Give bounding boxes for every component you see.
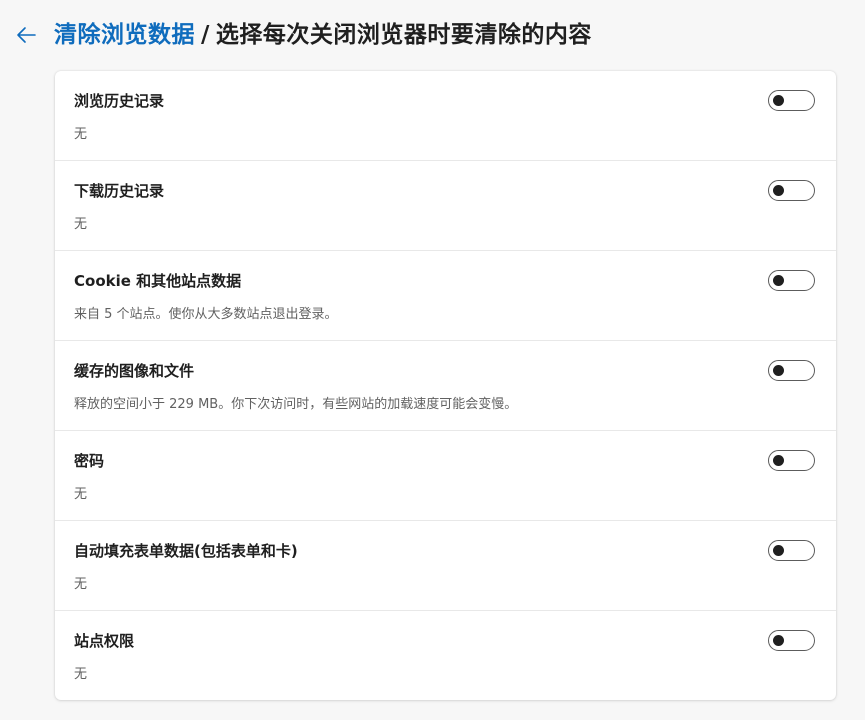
passwords-toggle[interactable]	[768, 450, 815, 471]
cached-images-files-toggle[interactable]	[768, 360, 815, 381]
toggle-knob	[773, 275, 784, 286]
setting-label: 密码	[74, 452, 105, 470]
toggle-knob	[773, 545, 784, 556]
browsing-history-toggle[interactable]	[768, 90, 815, 111]
setting-description: 无	[74, 667, 88, 682]
setting-label: 浏览历史记录	[74, 92, 165, 110]
setting-description: 无	[74, 127, 88, 142]
setting-row-site-permissions: 站点权限 无	[55, 611, 836, 700]
setting-description: 来自 5 个站点。使你从大多数站点退出登录。	[74, 307, 338, 322]
site-permissions-toggle[interactable]	[768, 630, 815, 651]
toggle-knob	[773, 185, 784, 196]
page-title: 清除浏览数据 / 选择每次关闭浏览器时要清除的内容	[54, 18, 592, 52]
setting-label: 下载历史记录	[74, 182, 165, 200]
setting-label: Cookie 和其他站点数据	[74, 272, 242, 290]
back-button[interactable]	[12, 21, 40, 49]
breadcrumb-clear-browsing-data-link[interactable]: 清除浏览数据	[54, 22, 195, 48]
setting-row-cookies: Cookie 和其他站点数据 来自 5 个站点。使你从大多数站点退出登录。	[55, 251, 836, 341]
setting-description: 无	[74, 217, 88, 232]
setting-description: 释放的空间小于 229 MB。你下次访问时，有些网站的加载速度可能会变慢。	[74, 397, 518, 412]
settings-card: 浏览历史记录 无 下载历史记录 无 Cookie 和其他站点数据 来自 5 个站…	[55, 71, 836, 700]
toggle-knob	[773, 365, 784, 376]
setting-row-passwords: 密码 无	[55, 431, 836, 521]
download-history-toggle[interactable]	[768, 180, 815, 201]
setting-label: 站点权限	[74, 632, 135, 650]
autofill-toggle[interactable]	[768, 540, 815, 561]
setting-description: 无	[74, 577, 88, 592]
setting-row-download-history: 下载历史记录 无	[55, 161, 836, 251]
breadcrumb-current-page: 选择每次关闭浏览器时要清除的内容	[215, 22, 592, 48]
toggle-knob	[773, 95, 784, 106]
toggle-knob	[773, 455, 784, 466]
setting-description: 无	[74, 487, 88, 502]
setting-label: 缓存的图像和文件	[74, 362, 195, 380]
toggle-knob	[773, 635, 784, 646]
setting-row-autofill: 自动填充表单数据(包括表单和卡) 无	[55, 521, 836, 611]
back-arrow-icon	[17, 27, 36, 43]
cookies-toggle[interactable]	[768, 270, 815, 291]
setting-row-cached-images-files: 缓存的图像和文件 释放的空间小于 229 MB。你下次访问时，有些网站的加载速度…	[55, 341, 836, 431]
breadcrumb-separator: /	[201, 22, 210, 48]
page-header: 清除浏览数据 / 选择每次关闭浏览器时要清除的内容	[0, 0, 865, 70]
setting-row-browsing-history: 浏览历史记录 无	[55, 71, 836, 161]
setting-label: 自动填充表单数据(包括表单和卡)	[74, 542, 298, 560]
